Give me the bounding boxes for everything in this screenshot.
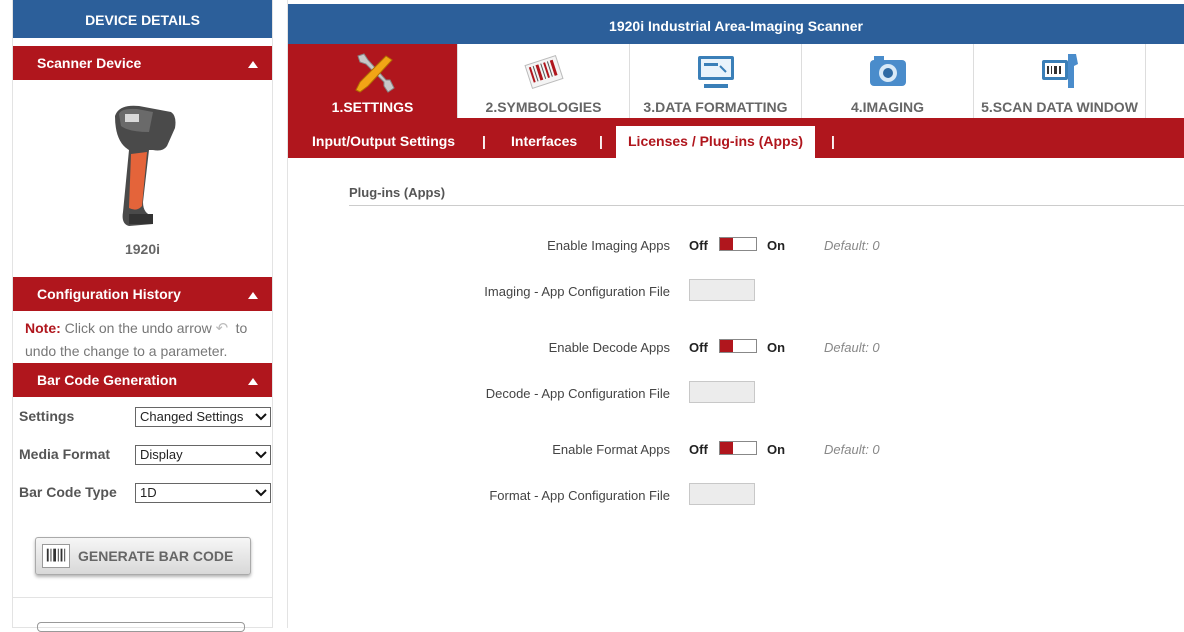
tab-settings[interactable]: 1.SETTINGS (288, 44, 458, 118)
collapse-caret-icon[interactable] (248, 61, 258, 68)
tab-label: 4.IMAGING (850, 99, 925, 115)
generate-bar-code-button[interactable]: GENERATE BAR CODE (35, 537, 251, 575)
enable-imaging-apps-toggle[interactable] (719, 237, 757, 251)
scanner-monitor-icon (1041, 54, 1078, 88)
subtab-licenses-plugins[interactable]: Licenses / Plug-ins (Apps) (616, 126, 816, 158)
settings-select[interactable]: Changed Settings (135, 407, 271, 427)
default-value: Default: 0 (824, 442, 880, 457)
scanner-device-header-label: Scanner Device (37, 55, 142, 71)
bar-code-type-value: 1D (140, 485, 157, 500)
device-name: 1920i (124, 241, 161, 257)
tab-scan-data-window[interactable]: 5.SCAN DATA WINDOW (974, 44, 1146, 118)
bar-code-type-select[interactable]: 1D (135, 483, 271, 503)
settings-select-value: Changed Settings (140, 409, 244, 424)
off-label: Off (689, 340, 708, 355)
device-details-panel: DEVICE DETAILS Scanner Device 1920i Conf… (12, 0, 273, 632)
section-divider (349, 205, 1184, 206)
note-label: Note: (25, 320, 61, 336)
toggle-knob (720, 340, 733, 352)
tab-label: 5.SCAN DATA WINDOW (981, 99, 1138, 115)
divider (13, 597, 272, 598)
page-title: 1920i Industrial Area-Imaging Scanner (288, 4, 1184, 44)
bar-code-type-label: Bar Code Type (19, 484, 117, 500)
chevron-down-icon (252, 484, 270, 502)
subtab-separator: | (599, 133, 603, 149)
bar-code-type-row: Bar Code Type 1D (13, 473, 272, 511)
default-value: Default: 0 (824, 238, 880, 253)
subtab-separator: | (482, 133, 486, 149)
undo-note: Note: Click on the undo arrow ↶ to undo t… (13, 311, 272, 363)
enable-decode-apps-toggle[interactable] (719, 339, 757, 353)
barcode-icon (523, 55, 564, 89)
enable-format-apps-label: Enable Format Apps (552, 442, 670, 457)
on-label: On (767, 238, 786, 253)
off-label: Off (689, 238, 708, 253)
generate-bar-code-label: GENERATE BAR CODE (78, 548, 234, 564)
sub-tabs: Input/Output Settings | Interfaces | Lic… (288, 118, 1184, 158)
note-text: undo the change to a parameter. (25, 343, 228, 359)
toggle-knob (720, 442, 733, 454)
enable-format-apps-toggle[interactable] (719, 441, 757, 455)
format-config-file-label: Format - App Configuration File (489, 488, 670, 503)
device-details-title: DEVICE DETAILS (13, 0, 272, 38)
tab-label: 1.SETTINGS (331, 99, 414, 115)
barcode-icon (42, 544, 70, 568)
settings-row: Settings Changed Settings (13, 397, 272, 435)
media-format-row: Media Format Display (13, 435, 272, 473)
media-format-select[interactable]: Display (135, 445, 271, 465)
tab-label: 2.SYMBOLOGIES (485, 99, 602, 115)
chevron-down-icon (252, 446, 270, 464)
section-title: Plug-ins (Apps) (349, 185, 446, 200)
collapse-caret-icon[interactable] (248, 292, 258, 299)
camera-icon (869, 56, 906, 86)
toggle-knob (720, 238, 733, 250)
decode-config-file-input[interactable] (689, 381, 755, 403)
bar-code-generation-header[interactable]: Bar Code Generation (13, 363, 272, 397)
tab-symbologies[interactable]: 2.SYMBOLOGIES (458, 44, 630, 118)
settings-label: Settings (19, 408, 75, 424)
enable-imaging-apps-label: Enable Imaging Apps (547, 238, 670, 253)
note-text: Click on the undo arrow (64, 320, 212, 336)
configuration-history-header[interactable]: Configuration History (13, 277, 272, 311)
wrench-screwdriver-icon (354, 53, 395, 93)
scanner-device-header[interactable]: Scanner Device (13, 46, 272, 80)
tab-data-formatting[interactable]: 3.DATA FORMATTING (630, 44, 802, 118)
subtab-input-output-settings[interactable]: Input/Output Settings (312, 126, 455, 158)
configuration-history-label: Configuration History (37, 286, 181, 302)
imaging-config-file-input[interactable] (689, 279, 755, 301)
format-config-file-input[interactable] (689, 483, 755, 505)
enable-decode-apps-label: Enable Decode Apps (548, 340, 670, 355)
device-image-area: 1920i (13, 80, 272, 277)
bar-code-generation-label: Bar Code Generation (37, 372, 178, 388)
subtab-separator: | (831, 133, 835, 149)
chevron-down-icon (252, 408, 270, 426)
undo-arrow-icon: ↶ (215, 320, 229, 337)
scanner-device-image (115, 105, 176, 226)
decode-config-file-label: Decode - App Configuration File (485, 386, 670, 401)
tab-label: 3.DATA FORMATTING (643, 99, 788, 115)
media-format-label: Media Format (19, 446, 111, 462)
tab-imaging[interactable]: 4.IMAGING (802, 44, 974, 118)
on-label: On (767, 442, 786, 457)
imaging-config-file-label: Imaging - App Configuration File (484, 284, 670, 299)
subtab-interfaces[interactable]: Interfaces (511, 126, 577, 158)
main-panel: 1920i Industrial Area-Imaging Scanner 1.… (287, 0, 1184, 628)
on-label: On (767, 340, 786, 355)
monitor-icon (697, 56, 734, 88)
main-tabs: 1.SETTINGS 2.SYMBOLOGIES 3.DATA FORMATTI… (288, 44, 1184, 118)
default-value: Default: 0 (824, 340, 880, 355)
off-label: Off (689, 442, 708, 457)
note-text: to (235, 320, 248, 336)
collapse-caret-icon[interactable] (248, 378, 258, 385)
partial-button[interactable] (37, 622, 245, 632)
media-format-value: Display (140, 447, 183, 462)
